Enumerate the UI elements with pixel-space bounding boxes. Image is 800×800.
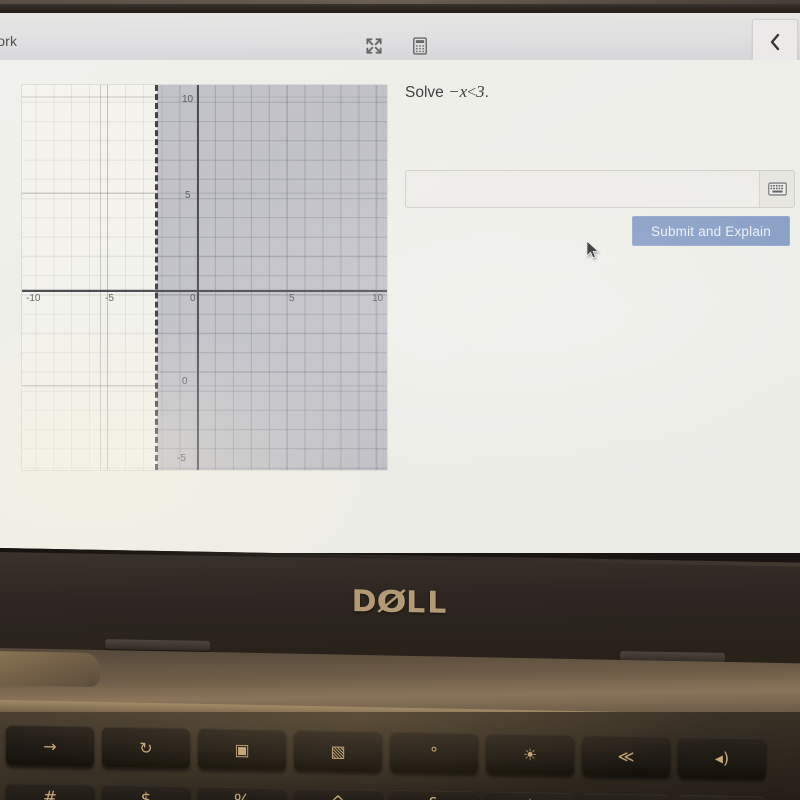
calculator-icon[interactable]: [410, 36, 430, 56]
fullscreen-key[interactable]: ▣: [198, 728, 286, 771]
mute-key-glyph: ≪: [617, 746, 635, 766]
inequality-graph: -10 -5 0 5 10 10 5 0 -5: [22, 85, 387, 470]
chevron-left-icon: [770, 33, 780, 51]
key-0-paren[interactable]: ): [678, 794, 766, 800]
key-5-percent-glyph: %: [234, 791, 250, 800]
overview-windows-key-glyph: ▧: [330, 741, 346, 761]
app-header-bar: vork: [0, 13, 800, 65]
answer-input[interactable]: [406, 171, 759, 207]
hinge-left-cap: [0, 650, 100, 688]
problem-operator: <: [467, 84, 477, 101]
x-tick-label--10: -10: [26, 293, 41, 304]
x-tick-label-10: 10: [372, 293, 384, 304]
y-tick-label-5: 5: [185, 190, 191, 201]
tab-forward-key[interactable]: →: [6, 725, 94, 767]
key-8-asterisk-glyph: *: [526, 796, 535, 800]
screen-top-edge: [0, 0, 800, 13]
keyboard-icon: [767, 182, 787, 196]
problem-statement: Solve −x<3.: [405, 82, 795, 102]
mouse-cursor: [586, 240, 599, 259]
brightness-down-key[interactable]: °: [390, 731, 478, 774]
brightness-up-key-glyph: ☀: [522, 744, 538, 764]
key-9-paren[interactable]: (: [582, 793, 670, 800]
problem-prefix: Solve: [405, 84, 444, 101]
keyboard-toggle-button[interactable]: [759, 171, 794, 207]
page-title: vork: [0, 33, 18, 49]
laptop-screen: vork: [0, 13, 800, 553]
key-7-ampersand[interactable]: &: [390, 789, 478, 800]
keyboard-function-row: → ↻ ▣ ▧ ° ☀ ≪ ◂): [0, 725, 800, 779]
key-4-dollar-glyph: $: [140, 789, 152, 800]
y-tick-label--5: 0: [182, 376, 188, 387]
y-axis: [197, 85, 199, 470]
key-4-dollar[interactable]: $: [102, 784, 190, 800]
key-5-percent[interactable]: %: [198, 786, 286, 800]
photo-of-laptop-screen: vork: [0, 0, 800, 800]
reload-key[interactable]: ↻: [102, 726, 190, 769]
problem-period: .: [484, 84, 489, 101]
overview-windows-key[interactable]: ▧: [294, 730, 382, 772]
problem-lhs: −x: [448, 82, 468, 101]
y-tick-label--10: -5: [177, 453, 186, 464]
x-tick-label-0: 0: [190, 293, 196, 304]
x-axis: [22, 290, 387, 292]
brightness-down-key-glyph: °: [430, 743, 438, 763]
bezel-bumper-left: [105, 639, 210, 651]
key-7-ampersand-glyph: &: [427, 794, 440, 800]
problem-rhs: 3: [476, 82, 485, 101]
header-tool-icons: [364, 36, 430, 56]
question-content-area: -10 -5 0 5 10 10 5 0 -5 Solve −x<3. Subm…: [0, 60, 800, 553]
keyboard-number-row: # $ % ^ & * ( ): [0, 783, 800, 800]
boundary-dashed-line: [155, 85, 158, 470]
volume-up-key[interactable]: ◂): [678, 736, 766, 779]
back-button[interactable]: [752, 19, 798, 65]
brightness-up-key[interactable]: ☀: [486, 733, 574, 776]
volume-up-key-glyph: ◂): [714, 747, 730, 768]
submit-and-explain-button[interactable]: Submit and Explain: [632, 216, 790, 246]
key-6-caret-glyph: ^: [331, 793, 345, 800]
tab-forward-key-glyph: →: [43, 736, 57, 756]
x-tick-label--5: -5: [105, 293, 114, 304]
key-3-hash-glyph: #: [42, 787, 58, 800]
answer-field-row[interactable]: [405, 170, 795, 208]
problem-text-line: Solve −x<3.: [405, 82, 795, 102]
shaded-region-gridlines: [157, 85, 387, 470]
fullscreen-key-glyph: ▣: [234, 739, 250, 759]
fullscreen-icon[interactable]: [364, 36, 384, 56]
key-3-hash[interactable]: #: [6, 783, 94, 800]
key-6-caret[interactable]: ^: [294, 788, 382, 800]
laptop-keyboard: → ↻ ▣ ▧ ° ☀ ≪ ◂) # $: [0, 712, 800, 800]
mute-key[interactable]: ≪: [582, 735, 670, 777]
y-tick-label-10: 10: [182, 94, 194, 105]
key-8-asterisk[interactable]: *: [486, 791, 574, 800]
x-tick-label-5: 5: [289, 293, 295, 304]
reload-key-glyph: ↻: [139, 737, 153, 758]
